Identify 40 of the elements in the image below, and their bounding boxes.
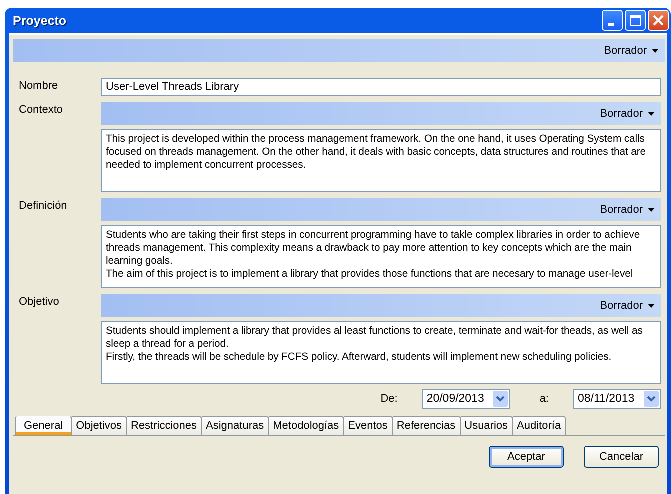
- text-area[interactable]: Students should implement a library that provides al least functions to create, terminate and wait-for theads, as well as sleep a thread for a period. Firstly, the threads will be schedule by FCFS policy. Afterward, students will implement new scheduling policies.: [101, 321, 661, 384]
- tab[interactable]: Usuarios: [460, 416, 514, 435]
- tab[interactable]: Asignaturas: [201, 416, 270, 435]
- cancel-button[interactable]: Cancelar: [584, 446, 659, 468]
- tab[interactable]: General: [15, 416, 72, 435]
- tab[interactable]: Referencias: [392, 416, 461, 435]
- text-area[interactable]: Students who are taking their first steps in concurrent programming have to takle complex libraries in order to achieve threads management. This complexity means a drawback to pay more attention to key concepts which are the main learning goals. The aim of this project is to implement a library that provides those functions that are necesary to manage user-level: [101, 225, 661, 288]
- text-area[interactable]: This project is developed within the process management framework. On the one hand, it uses Operating System calls focused on threads management. On the other hand, it deals with basic concepts, data structures and routines that are needed to implement concurrent processes.: [101, 129, 661, 192]
- field-label: Contexto: [19, 103, 64, 118]
- tab[interactable]: Eventos: [343, 416, 393, 435]
- maximize-icon: [630, 15, 641, 26]
- minimize-icon: [608, 23, 614, 26]
- name-field[interactable]: User-Level Threads Library: [101, 78, 661, 96]
- date-picker[interactable]: 20/09/2013: [422, 389, 510, 409]
- status-dropdown[interactable]: Borrador: [600, 300, 655, 312]
- field-label: Objetivo: [19, 295, 60, 310]
- accept-button[interactable]: Aceptar: [489, 446, 564, 468]
- status-dropdown[interactable]: Borrador: [600, 204, 655, 216]
- minimize-button[interactable]: [602, 10, 623, 31]
- window-title: Proyecto: [13, 14, 66, 28]
- tab[interactable]: Objetivos: [71, 416, 127, 435]
- status-dropdown[interactable]: Borrador: [604, 44, 659, 56]
- caret-icon: [648, 112, 655, 116]
- status-dropdown[interactable]: Borrador: [600, 108, 655, 120]
- close-button[interactable]: [648, 10, 669, 31]
- tab[interactable]: Auditoría: [512, 416, 566, 435]
- caret-icon: [648, 304, 655, 308]
- dropdown-icon[interactable]: [644, 391, 659, 407]
- caret-icon: [652, 48, 659, 52]
- maximize-button[interactable]: [625, 10, 646, 31]
- from-label: De:: [380, 393, 398, 405]
- tab[interactable]: Restricciones: [126, 416, 202, 435]
- date-picker[interactable]: 08/11/2013: [573, 389, 661, 409]
- to-label: a:: [540, 393, 549, 405]
- caret-icon: [648, 208, 655, 212]
- tab[interactable]: Metodologías: [268, 416, 344, 435]
- field-label: Definición: [19, 199, 68, 214]
- close-icon: [653, 15, 664, 26]
- field-label: Nombre: [19, 79, 60, 94]
- dropdown-icon[interactable]: [492, 391, 508, 407]
